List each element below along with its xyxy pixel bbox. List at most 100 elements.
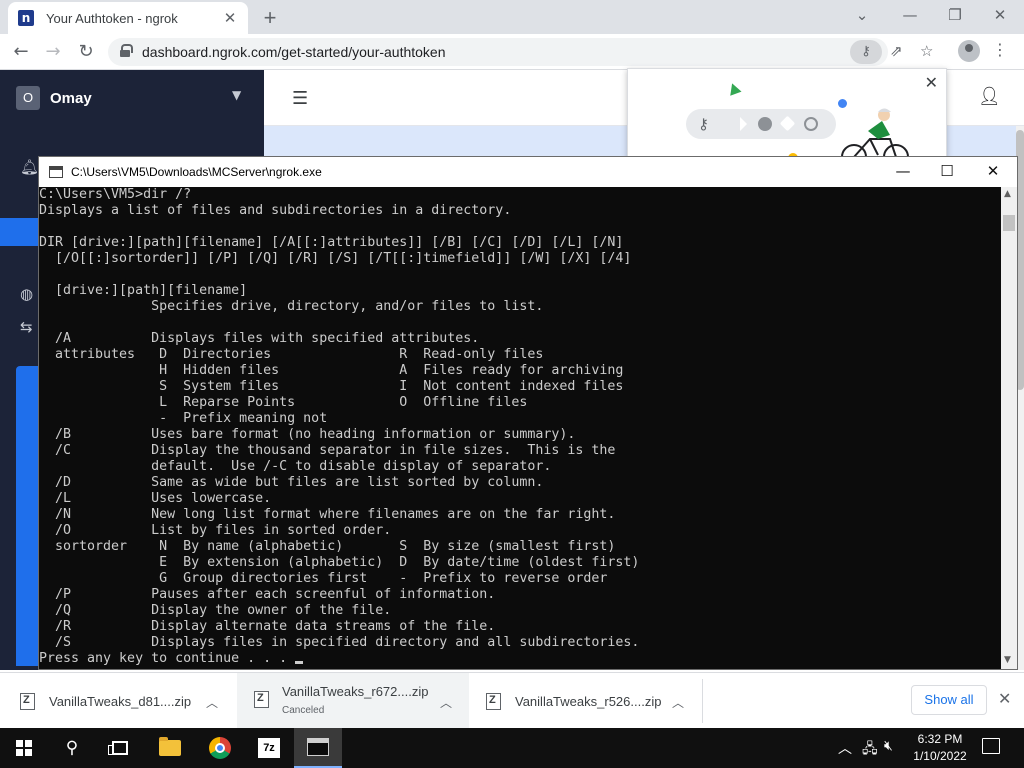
console-icon	[307, 738, 329, 756]
tab-strip: n Your Authtoken - ngrok ✕ + ⌄ — ❐ ✕	[0, 0, 1024, 34]
lock-icon[interactable]	[120, 44, 133, 57]
console-line: [/O[[:]sortorder]] [/P] [/Q] [/R] [/S] […	[39, 251, 632, 266]
address-bar[interactable]: dashboard.ngrok.com/get-started/your-aut…	[108, 38, 933, 66]
avatar: O	[16, 86, 40, 110]
url-text[interactable]: dashboard.ngrok.com/get-started/your-aut…	[142, 44, 446, 60]
console-line: Specifies drive, directory, and/or files…	[39, 299, 544, 314]
console-scrollbar[interactable]: ▲ ▼	[1001, 187, 1017, 669]
download-status: Canceled	[282, 705, 325, 716]
sidebar-panel	[16, 366, 40, 666]
console-taskbar-button[interactable]	[294, 728, 342, 768]
collapse-menu-icon[interactable]: ☰	[292, 88, 308, 109]
console-line: /Q Display the owner of the file.	[39, 603, 392, 618]
user-icon[interactable]: 👤︎	[978, 86, 1001, 107]
globe-icon[interactable]: ◍	[20, 285, 33, 303]
illustration-circle	[804, 117, 818, 131]
task-view-icon	[108, 741, 128, 755]
password-manager-popup: ⚷ ✕	[627, 68, 947, 164]
console-line: S System files I Not content indexed fil…	[39, 379, 624, 394]
console-title: C:\Users\VM5\Downloads\MCServer\ngrok.ex…	[71, 165, 322, 179]
chevron-up-icon[interactable]: ︿	[672, 694, 684, 711]
forward-icon[interactable]: →	[42, 41, 64, 62]
chevron-up-icon[interactable]: ︿	[206, 694, 218, 711]
console-output[interactable]: C:\Users\VM5>dir /? Displays a list of fi…	[39, 187, 1001, 669]
search-button[interactable]: ⚲	[48, 728, 96, 768]
console-window[interactable]: C:\Users\VM5\Downloads\MCServer\ngrok.ex…	[38, 156, 1018, 670]
arrows-icon[interactable]: ⇆	[20, 318, 33, 336]
download-name: VanillaTweaks_d81....zip	[49, 694, 192, 709]
star-icon[interactable]: ☆	[920, 42, 933, 60]
console-line: E By extension (alphabetic) D By date/ti…	[39, 555, 640, 570]
show-all-button[interactable]: Show all	[911, 685, 987, 715]
chevron-down-icon[interactable]: ⌄	[852, 6, 872, 24]
tab-ngrok[interactable]: n Your Authtoken - ngrok ✕	[8, 2, 248, 34]
maximize-icon[interactable]: ☐	[937, 162, 957, 180]
download-item[interactable]: VanillaTweaks_r526....zip ︿	[470, 673, 702, 729]
7zip-icon: 7z	[258, 738, 280, 758]
close-icon[interactable]: ✕	[998, 689, 1011, 708]
clock-date: 1/10/2022	[913, 749, 967, 763]
download-name: VanillaTweaks_r526....zip	[515, 694, 662, 709]
notification-icon[interactable]	[982, 738, 1000, 754]
close-icon[interactable]: ✕	[925, 73, 938, 92]
start-button[interactable]	[0, 728, 48, 768]
console-titlebar[interactable]: C:\Users\VM5\Downloads\MCServer\ngrok.ex…	[39, 157, 1017, 187]
account-switcher[interactable]: O Omay	[16, 86, 92, 110]
illustration-triangle	[726, 81, 742, 96]
console-line: /N New long list format where filenames …	[39, 507, 616, 522]
chevron-up-icon[interactable]: ︿	[838, 738, 852, 758]
bell-icon[interactable]: 🔔︎	[20, 158, 39, 176]
file-explorer-button[interactable]	[146, 728, 194, 768]
window-close-icon[interactable]: ✕	[990, 6, 1010, 24]
tab-title: Your Authtoken - ngrok	[46, 10, 178, 26]
7zip-button[interactable]: 7z	[245, 728, 293, 768]
console-line: /C Display the thousand separator in fil…	[39, 443, 616, 458]
profile-icon[interactable]	[958, 40, 980, 62]
windows-taskbar: ⚲ 7z ︿ 🖧︎ 🔇︎ 6:32 PM 1/10/2022	[0, 728, 1024, 768]
scroll-up-icon[interactable]: ▲	[1004, 189, 1011, 199]
close-icon[interactable]: ✕	[983, 162, 1003, 180]
chrome-icon	[209, 737, 231, 759]
menu-icon[interactable]: ⋮	[992, 40, 1008, 59]
task-view-button[interactable]	[96, 728, 144, 768]
console-line: default. Use /-C to disable display of s…	[39, 459, 552, 474]
console-scrollbar-thumb[interactable]	[1003, 215, 1015, 231]
console-line: /L Uses lowercase.	[39, 491, 272, 506]
minimize-icon[interactable]: —	[900, 6, 920, 24]
console-line: C:\Users\VM5>dir /?	[39, 187, 192, 202]
network-icon[interactable]: 🖧︎	[862, 738, 878, 762]
close-icon[interactable]: ✕	[222, 9, 238, 27]
maximize-icon[interactable]: ❐	[945, 6, 965, 24]
plus-icon[interactable]: +	[258, 5, 282, 31]
sidebar-active-item[interactable]	[0, 218, 40, 246]
key-icon: ⚷	[698, 115, 709, 133]
console-line: [drive:][path][filename]	[39, 283, 248, 298]
console-line: Press any key to continue . . .	[39, 651, 1001, 667]
minimize-icon[interactable]: —	[893, 162, 913, 180]
download-item[interactable]: VanillaTweaks_d81....zip ︿	[0, 673, 236, 729]
text-cursor	[295, 661, 304, 664]
download-name: VanillaTweaks_r672....zip	[282, 684, 429, 699]
console-line: /D Same as wide but files are list sorte…	[39, 475, 544, 490]
console-app-icon	[49, 166, 63, 178]
console-line: sortorder N By name (alphabetic) S By si…	[39, 539, 616, 554]
console-line: Displays a list of files and subdirector…	[39, 203, 512, 218]
reload-icon[interactable]: ↻	[75, 41, 97, 62]
ngrok-favicon-icon: n	[18, 10, 34, 26]
illustration-dot	[758, 117, 772, 131]
chrome-button[interactable]	[196, 728, 244, 768]
back-icon[interactable]: ←	[10, 41, 32, 62]
chevron-down-icon[interactable]: ▼	[232, 88, 241, 102]
scroll-down-icon[interactable]: ▼	[1004, 655, 1011, 665]
folder-icon	[159, 737, 181, 756]
volume-muted-icon[interactable]: 🔇︎	[884, 738, 893, 754]
download-bar: VanillaTweaks_d81....zip ︿ VanillaTweaks…	[0, 672, 1024, 729]
key-icon[interactable]: ⚷	[850, 40, 882, 64]
console-line: /S Displays files in specified directory…	[39, 635, 640, 650]
console-line: L Reparse Points O Offline files	[39, 395, 528, 410]
chevron-up-icon[interactable]: ︿	[440, 694, 452, 711]
system-clock[interactable]: 6:32 PM 1/10/2022	[906, 731, 974, 765]
share-icon[interactable]: ⇗	[890, 42, 903, 60]
download-item[interactable]: VanillaTweaks_r672....zip Canceled ︿	[237, 673, 469, 729]
